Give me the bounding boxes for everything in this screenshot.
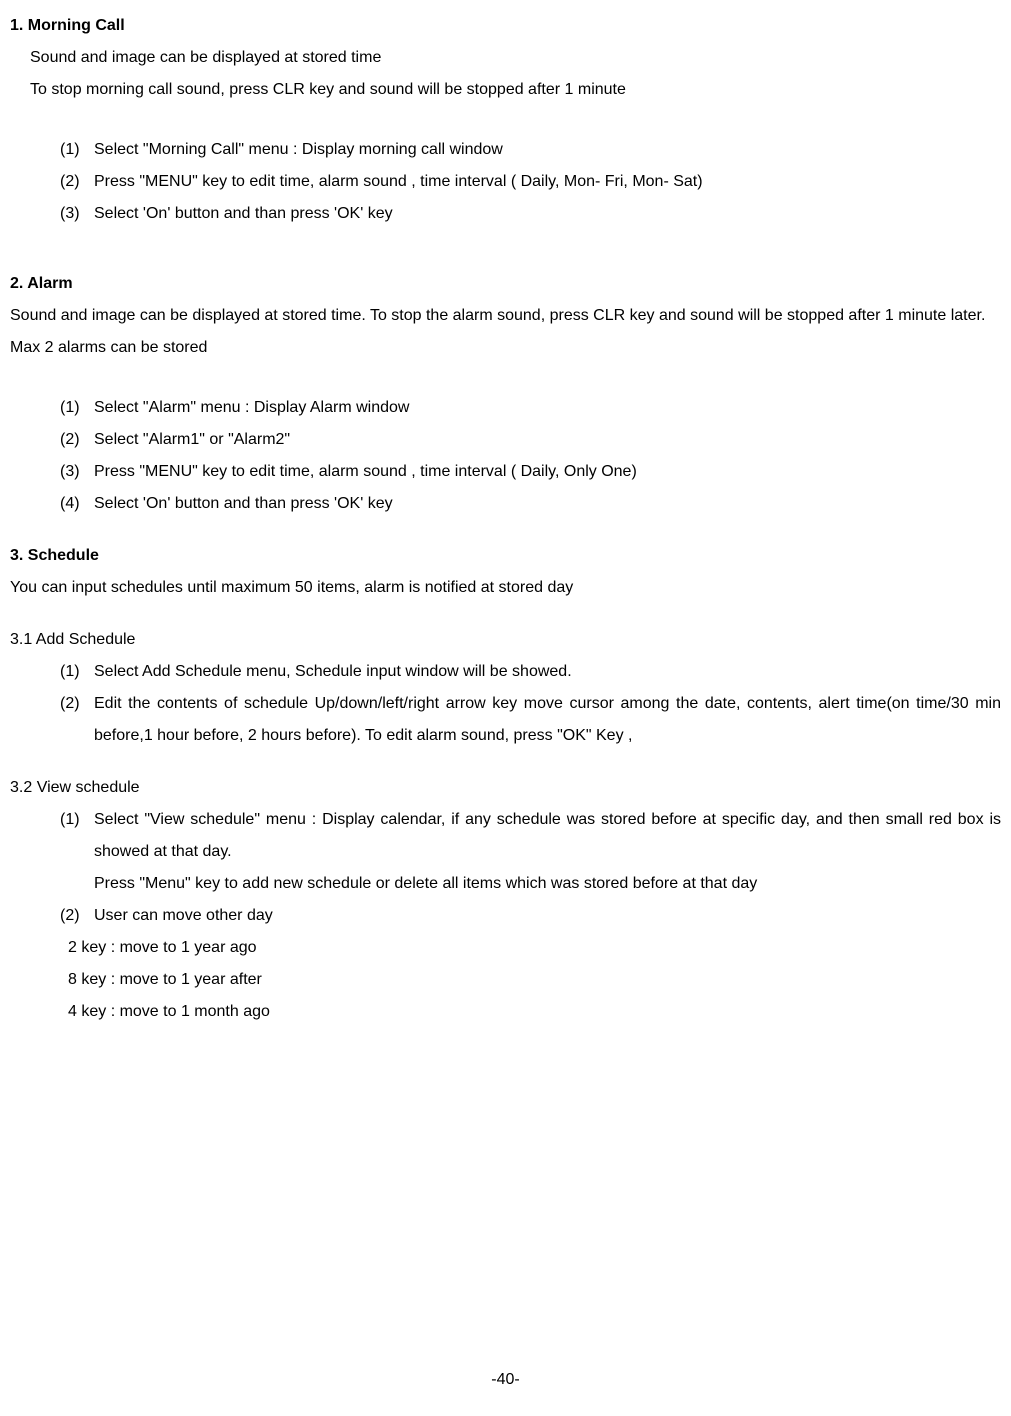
step-text: User can move other day bbox=[94, 900, 1001, 932]
section1-intro-line1: Sound and image can be displayed at stor… bbox=[10, 42, 1001, 74]
step-number: (1) bbox=[60, 392, 94, 424]
section3-sub2-keylines: 2 key : move to 1 year ago 8 key : move … bbox=[10, 932, 1001, 1028]
step-text: Select "Alarm" menu : Display Alarm wind… bbox=[94, 392, 1001, 424]
keyline: 4 key : move to 1 month ago bbox=[68, 996, 1001, 1028]
step-number: (2) bbox=[60, 688, 94, 752]
step-text: Select 'On' button and than press 'OK' k… bbox=[94, 488, 1001, 520]
step-item: (1) Select "Alarm" menu : Display Alarm … bbox=[60, 392, 1001, 424]
step-number: (2) bbox=[60, 424, 94, 456]
step-item: (1) Select "Morning Call" menu : Display… bbox=[60, 134, 1001, 166]
step-text: Select Add Schedule menu, Schedule input… bbox=[94, 656, 1001, 688]
step-number: (2) bbox=[60, 900, 94, 932]
step-item: (2) Edit the contents of schedule Up/dow… bbox=[60, 688, 1001, 752]
step-number: (2) bbox=[60, 166, 94, 198]
section3-sub2-heading: 3.2 View schedule bbox=[10, 772, 1001, 804]
step-text: Select 'On' button and than press 'OK' k… bbox=[94, 198, 1001, 230]
section3-sub1-steps: (1) Select Add Schedule menu, Schedule i… bbox=[10, 656, 1001, 752]
section3-sub2-steps: (1) Select "View schedule" menu : Displa… bbox=[10, 804, 1001, 932]
step-item: (3) Press "MENU" key to edit time, alarm… bbox=[60, 456, 1001, 488]
step-number: (4) bbox=[60, 488, 94, 520]
step-text: Edit the contents of schedule Up/down/le… bbox=[94, 688, 1001, 752]
step-text: Select "Alarm1" or "Alarm2" bbox=[94, 424, 1001, 456]
step-text: Press "MENU" key to edit time, alarm sou… bbox=[94, 456, 1001, 488]
step-text-main: Select "View schedule" menu : Display ca… bbox=[94, 811, 1001, 860]
keyline: 8 key : move to 1 year after bbox=[68, 964, 1001, 996]
section2-heading: 2. Alarm bbox=[10, 268, 1001, 300]
section1-heading: 1. Morning Call bbox=[10, 10, 1001, 42]
step-item: (1) Select "View schedule" menu : Displa… bbox=[60, 804, 1001, 900]
step-text: Press "MENU" key to edit time, alarm sou… bbox=[94, 166, 1001, 198]
keyline: 2 key : move to 1 year ago bbox=[68, 932, 1001, 964]
step-number: (3) bbox=[60, 198, 94, 230]
section3-heading: 3. Schedule bbox=[10, 540, 1001, 572]
section2-intro: Sound and image can be displayed at stor… bbox=[10, 300, 1001, 364]
step-item: (4) Select 'On' button and than press 'O… bbox=[60, 488, 1001, 520]
step-text-extra: Press "Menu" key to add new schedule or … bbox=[94, 875, 757, 892]
step-item: (2) Press "MENU" key to edit time, alarm… bbox=[60, 166, 1001, 198]
step-item: (2) Select "Alarm1" or "Alarm2" bbox=[60, 424, 1001, 456]
step-item: (1) Select Add Schedule menu, Schedule i… bbox=[60, 656, 1001, 688]
section2-steps: (1) Select "Alarm" menu : Display Alarm … bbox=[10, 392, 1001, 520]
step-item: (2) User can move other day bbox=[60, 900, 1001, 932]
section1-intro-line2: To stop morning call sound, press CLR ke… bbox=[10, 74, 1001, 106]
step-number: (1) bbox=[60, 656, 94, 688]
step-text: Select "View schedule" menu : Display ca… bbox=[94, 804, 1001, 900]
step-number: (1) bbox=[60, 804, 94, 900]
step-text: Select "Morning Call" menu : Display mor… bbox=[94, 134, 1001, 166]
section1-steps: (1) Select "Morning Call" menu : Display… bbox=[10, 134, 1001, 230]
page-number: -40- bbox=[0, 1364, 1011, 1396]
section3-sub1-heading: 3.1 Add Schedule bbox=[10, 624, 1001, 656]
step-number: (3) bbox=[60, 456, 94, 488]
section3-intro: You can input schedules until maximum 50… bbox=[10, 572, 1001, 604]
step-number: (1) bbox=[60, 134, 94, 166]
step-item: (3) Select 'On' button and than press 'O… bbox=[60, 198, 1001, 230]
